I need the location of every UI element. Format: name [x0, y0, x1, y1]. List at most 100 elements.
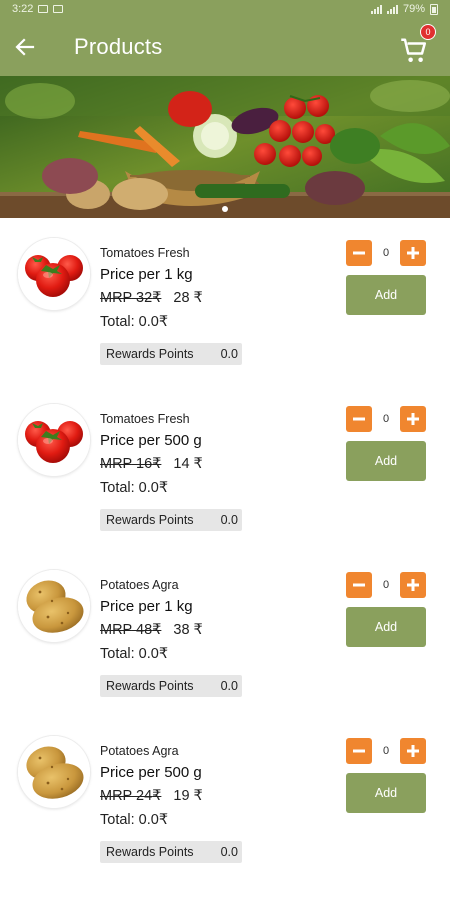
rewards-value: 0.0: [220, 679, 238, 693]
product-total: Total: 0.0₹: [100, 480, 169, 496]
add-to-cart-button[interactable]: Add: [346, 441, 426, 481]
product-price: 14 ₹: [173, 456, 203, 472]
tomatoes-icon: [18, 238, 90, 310]
product-name: Potatoes Agra: [100, 744, 179, 758]
product-card: Potatoes Agra Price per 1 kg MRP 48₹ 38 …: [0, 550, 450, 716]
mrp-label: MRP: [100, 622, 132, 638]
cart-count-badge: 0: [420, 24, 436, 40]
rewards-label: Rewards Points: [106, 347, 194, 361]
mrp-currency: ₹: [152, 456, 162, 472]
product-price: 28 ₹: [173, 290, 203, 306]
banner-pagination: [0, 206, 450, 212]
add-to-cart-button[interactable]: Add: [346, 607, 426, 647]
product-image-potatoes: [18, 570, 90, 642]
product-unit-price: Price per 500 g: [100, 764, 202, 781]
decrease-quantity-button[interactable]: [346, 240, 372, 266]
decrease-quantity-button[interactable]: [346, 738, 372, 764]
page-title: Products: [74, 34, 163, 59]
rewards-points: Rewards Points 0.0: [100, 841, 242, 863]
product-price: 19 ₹: [173, 788, 203, 804]
rewards-value: 0.0: [220, 513, 238, 527]
minus-icon: [353, 417, 365, 421]
rewards-points: Rewards Points 0.0: [100, 343, 242, 365]
product-total: Total: 0.0₹: [100, 314, 169, 330]
plus-icon: [407, 579, 419, 591]
product-mrp: MRP 24₹: [100, 788, 161, 804]
arrow-left-icon: [15, 38, 35, 56]
product-mrp: MRP 48₹: [100, 622, 161, 638]
minus-icon: [353, 583, 365, 587]
banner-dot-active[interactable]: [222, 206, 228, 212]
product-price: 38 ₹: [173, 622, 203, 638]
product-mrp-row: MRP 48₹ 38 ₹: [100, 622, 203, 638]
product-mrp: MRP 16₹: [100, 456, 161, 472]
plus-icon: [407, 745, 419, 757]
back-button[interactable]: [0, 18, 50, 76]
app-bar: Products 0: [0, 18, 450, 76]
decrease-quantity-button[interactable]: [346, 406, 372, 432]
quantity-stepper: 0: [346, 406, 426, 432]
add-to-cart-button[interactable]: Add: [346, 773, 426, 813]
status-left: 3:22: [12, 3, 64, 15]
rewards-label: Rewards Points: [106, 513, 194, 527]
increase-quantity-button[interactable]: [400, 738, 426, 764]
increase-quantity-button[interactable]: [400, 572, 426, 598]
rewards-value: 0.0: [220, 845, 238, 859]
product-mrp: MRP 32₹: [100, 290, 161, 306]
vegetable-basket-image: [0, 76, 450, 218]
mrp-value: 16: [136, 456, 153, 472]
product-total: Total: 0.0₹: [100, 812, 169, 828]
cellular-signal-icon: [386, 4, 398, 14]
gallery-notification-icon: [38, 5, 49, 13]
increase-quantity-button[interactable]: [400, 240, 426, 266]
mrp-value: 48: [136, 622, 153, 638]
status-bar: 3:22 79%: [0, 0, 450, 18]
product-card: Tomatoes Fresh Price per 1 kg MRP 32₹ 28…: [0, 218, 450, 384]
plus-icon: [407, 247, 419, 259]
quantity-value: 0: [382, 247, 390, 259]
product-image-tomatoes: [18, 238, 90, 310]
cart-button[interactable]: 0: [400, 24, 436, 64]
battery-icon: [430, 3, 438, 15]
product-name: Potatoes Agra: [100, 578, 179, 592]
potatoes-icon: [18, 736, 90, 808]
status-right: 79%: [370, 3, 438, 15]
quantity-stepper: 0: [346, 240, 426, 266]
app-notification-icon: [53, 5, 64, 13]
product-mrp-row: MRP 16₹ 14 ₹: [100, 456, 203, 472]
mrp-label: MRP: [100, 290, 132, 306]
add-to-cart-button[interactable]: Add: [346, 275, 426, 315]
wifi-signal-icon: [370, 4, 382, 14]
mrp-value: 32: [136, 290, 153, 306]
product-name: Tomatoes Fresh: [100, 412, 190, 426]
product-mrp-row: MRP 32₹ 28 ₹: [100, 290, 203, 306]
product-unit-price: Price per 500 g: [100, 432, 202, 449]
increase-quantity-button[interactable]: [400, 406, 426, 432]
quantity-stepper: 0: [346, 738, 426, 764]
minus-icon: [353, 749, 365, 753]
product-card: Tomatoes Fresh Price per 500 g MRP 16₹ 1…: [0, 384, 450, 550]
rewards-points: Rewards Points 0.0: [100, 675, 242, 697]
quantity-value: 0: [382, 413, 390, 425]
mrp-label: MRP: [100, 456, 132, 472]
product-list: Tomatoes Fresh Price per 1 kg MRP 32₹ 28…: [0, 218, 450, 882]
quantity-stepper: 0: [346, 572, 426, 598]
product-name: Tomatoes Fresh: [100, 246, 190, 260]
product-unit-price: Price per 1 kg: [100, 598, 193, 615]
minus-icon: [353, 251, 365, 255]
decrease-quantity-button[interactable]: [346, 572, 372, 598]
promo-banner[interactable]: [0, 76, 450, 218]
status-time: 3:22: [12, 3, 34, 15]
mrp-currency: ₹: [152, 290, 162, 306]
product-total: Total: 0.0₹: [100, 646, 169, 662]
rewards-value: 0.0: [220, 347, 238, 361]
quantity-value: 0: [382, 745, 390, 757]
potatoes-icon: [18, 570, 90, 642]
tomatoes-icon: [18, 404, 90, 476]
quantity-value: 0: [382, 579, 390, 591]
product-image-tomatoes: [18, 404, 90, 476]
rewards-label: Rewards Points: [106, 845, 194, 859]
product-unit-price: Price per 1 kg: [100, 266, 193, 283]
mrp-label: MRP: [100, 788, 132, 804]
cart-icon: [401, 38, 426, 62]
